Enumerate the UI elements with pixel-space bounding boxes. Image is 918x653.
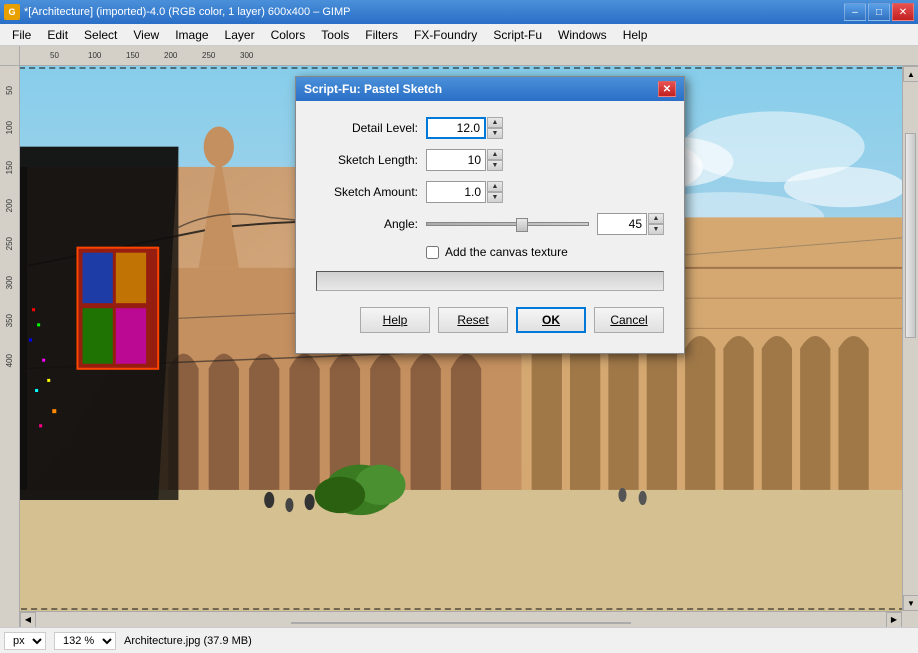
sketch-amount-down[interactable]: ▼ (487, 192, 503, 203)
angle-value-input[interactable] (597, 213, 647, 235)
detail-level-input-group: ▲ ▼ (426, 117, 503, 139)
sketch-amount-label: Sketch Amount: (316, 185, 426, 199)
title-bar: G *[Architecture] (imported)-4.0 (RGB co… (0, 0, 918, 24)
detail-level-spinner: ▲ ▼ (487, 117, 503, 139)
help-button[interactable]: Help (360, 307, 430, 333)
minimize-button[interactable]: – (844, 3, 866, 21)
h-scrollbar[interactable]: ◀ ▶ (20, 611, 902, 627)
sketch-length-up[interactable]: ▲ (487, 149, 503, 160)
dialog-title-text: Script-Fu: Pastel Sketch (304, 82, 442, 96)
main-area: 50 100 150 200 250 300 50 100 150 200 25… (0, 46, 918, 653)
reset-button[interactable]: Reset (438, 307, 508, 333)
close-button[interactable]: ✕ (892, 3, 914, 21)
menu-file[interactable]: File (4, 26, 39, 44)
menu-colors[interactable]: Colors (263, 26, 314, 44)
status-bar: px 132 % Architecture.jpg (37.9 MB) (0, 627, 918, 653)
menu-edit[interactable]: Edit (39, 26, 76, 44)
dialog-title-bar: Script-Fu: Pastel Sketch ✕ (296, 77, 684, 101)
scrollbar-corner (902, 611, 918, 627)
unit-selector[interactable]: px (4, 632, 46, 650)
cancel-button[interactable]: Cancel (594, 307, 664, 333)
menu-view[interactable]: View (125, 26, 167, 44)
sketch-length-spinner: ▲ ▼ (487, 149, 503, 171)
menu-help[interactable]: Help (615, 26, 656, 44)
angle-down[interactable]: ▼ (648, 224, 664, 235)
menu-layer[interactable]: Layer (217, 26, 263, 44)
sketch-length-row: Sketch Length: ▲ ▼ (316, 149, 664, 171)
angle-slider-track[interactable] (426, 222, 589, 226)
menu-windows[interactable]: Windows (550, 26, 615, 44)
dialog-buttons: Help Reset OK Cancel (316, 307, 664, 337)
progress-area (316, 271, 664, 291)
zoom-selector[interactable]: 132 % (54, 632, 116, 650)
angle-slider-thumb[interactable] (516, 218, 528, 232)
menu-image[interactable]: Image (167, 26, 216, 44)
menu-bar: File Edit Select View Image Layer Colors… (0, 24, 918, 46)
ruler-left: 50 100 150 200 250 300 350 400 (0, 66, 20, 627)
progress-bar (316, 271, 664, 291)
dialog-content: Detail Level: ▲ ▼ Sketch Length: (296, 101, 684, 353)
window-controls: – □ ✕ (844, 3, 914, 21)
angle-label: Angle: (316, 217, 426, 231)
maximize-button[interactable]: □ (868, 3, 890, 21)
sketch-length-label: Sketch Length: (316, 153, 426, 167)
ruler-top: 50 100 150 200 250 300 (20, 46, 918, 66)
detail-level-up[interactable]: ▲ (487, 117, 503, 128)
detail-level-label: Detail Level: (316, 121, 426, 135)
ok-button[interactable]: OK (516, 307, 586, 333)
sketch-length-down[interactable]: ▼ (487, 160, 503, 171)
detail-level-row: Detail Level: ▲ ▼ (316, 117, 664, 139)
sketch-amount-spinner: ▲ ▼ (487, 181, 503, 203)
menu-filters[interactable]: Filters (357, 26, 406, 44)
menu-select[interactable]: Select (76, 26, 125, 44)
window-title: *[Architecture] (imported)-4.0 (RGB colo… (24, 6, 350, 18)
sketch-length-input-group: ▲ ▼ (426, 149, 503, 171)
menu-fx-foundry[interactable]: FX-Foundry (406, 26, 485, 44)
canvas-texture-checkbox[interactable] (426, 246, 439, 259)
angle-spinner: ▲ ▼ (648, 213, 664, 235)
sketch-length-input[interactable] (426, 149, 486, 171)
h-scroll-thumb[interactable] (291, 622, 631, 624)
scroll-up-arrow[interactable]: ▲ (903, 66, 918, 82)
detail-level-down[interactable]: ▼ (487, 128, 503, 139)
angle-row: Angle: ▲ ▼ (316, 213, 664, 235)
menu-tools[interactable]: Tools (313, 26, 357, 44)
scroll-left-arrow[interactable]: ◀ (20, 612, 36, 628)
sketch-amount-input[interactable] (426, 181, 486, 203)
filename-status: Architecture.jpg (37.9 MB) (124, 635, 252, 647)
v-scroll-thumb[interactable] (905, 133, 916, 338)
sketch-amount-up[interactable]: ▲ (487, 181, 503, 192)
scroll-right-arrow[interactable]: ▶ (886, 612, 902, 628)
script-fu-dialog: Script-Fu: Pastel Sketch ✕ Detail Level:… (295, 76, 685, 354)
detail-level-input[interactable] (426, 117, 486, 139)
dialog-close-button[interactable]: ✕ (658, 81, 676, 97)
scroll-down-arrow[interactable]: ▼ (903, 595, 918, 611)
canvas-texture-row: Add the canvas texture (426, 245, 664, 259)
angle-up[interactable]: ▲ (648, 213, 664, 224)
sketch-amount-input-group: ▲ ▼ (426, 181, 503, 203)
app-icon: G (4, 4, 20, 20)
menu-script-fu[interactable]: Script-Fu (485, 26, 550, 44)
sketch-amount-row: Sketch Amount: ▲ ▼ (316, 181, 664, 203)
ruler-corner (0, 46, 20, 66)
canvas-texture-label: Add the canvas texture (445, 245, 568, 259)
v-scroll-track[interactable] (903, 82, 918, 595)
v-scrollbar[interactable]: ▲ ▼ (902, 66, 918, 611)
